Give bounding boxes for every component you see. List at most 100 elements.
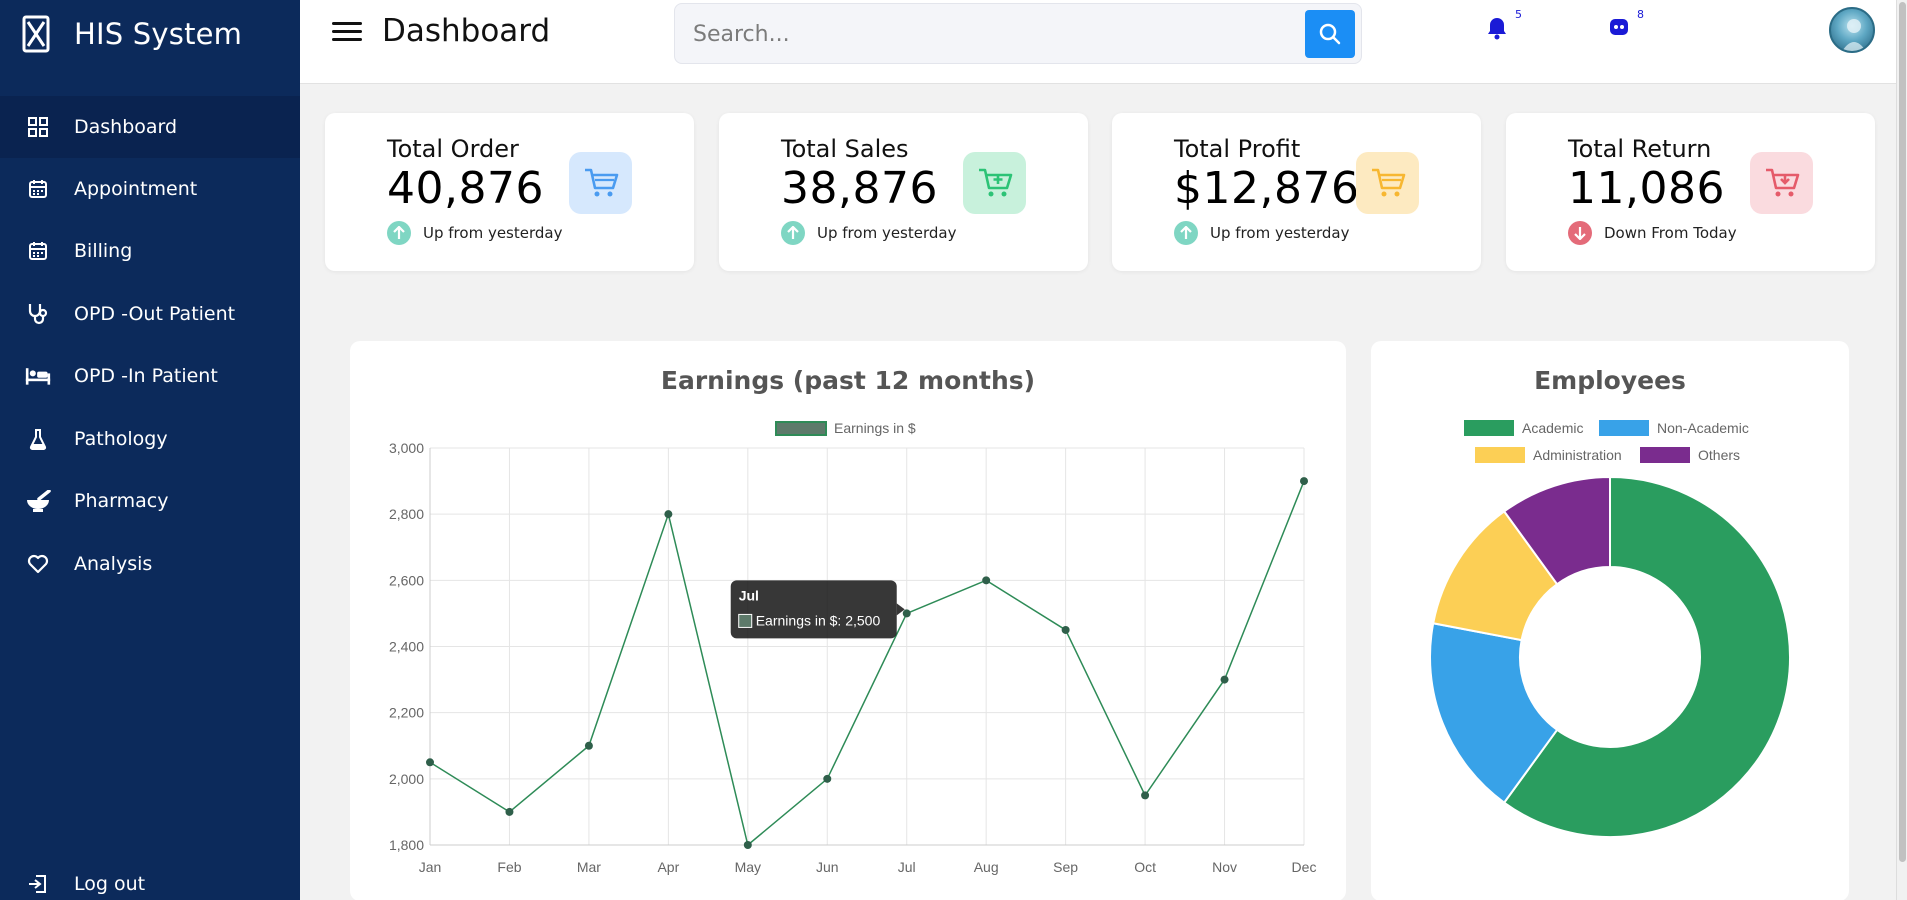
- sidebar-item-label: OPD -Out Patient: [74, 303, 236, 325]
- hospital-logo-icon: [22, 15, 50, 53]
- tooltip-title: Jul: [739, 587, 759, 603]
- data-point: [1220, 675, 1229, 684]
- card-trend: Down From Today: [1568, 221, 1737, 245]
- data-point: [743, 841, 752, 849]
- page-scrollbar[interactable]: [1896, 0, 1907, 900]
- sidebar-item-appointment[interactable]: Appointment: [0, 158, 300, 220]
- sidebar-item-analysis[interactable]: Analysis: [0, 533, 300, 595]
- y-tick-label: 1,800: [389, 837, 424, 853]
- card-label: Total Profit: [1174, 135, 1301, 163]
- heart-icon: [25, 551, 51, 577]
- x-tick-label: Jun: [816, 859, 839, 875]
- x-tick-label: Nov: [1212, 859, 1237, 875]
- x-tick-label: Oct: [1134, 859, 1156, 875]
- sidebar-item-dashboard[interactable]: Dashboard: [0, 96, 300, 158]
- arrow-down-icon: [1568, 221, 1592, 245]
- sidebar-item-opd-out-patient[interactable]: OPD -Out Patient: [0, 283, 300, 345]
- data-point: [823, 774, 832, 783]
- earnings-chart-panel: Earnings (past 12 months) Earnings in $3…: [350, 341, 1346, 900]
- sidebar-item-label: OPD -In Patient: [74, 365, 218, 387]
- notifications-button[interactable]: 5: [1486, 8, 1522, 42]
- arrow-up-icon: [387, 221, 411, 245]
- series-line: [429, 480, 1305, 847]
- y-tick-label: 2,000: [389, 771, 424, 787]
- brand[interactable]: HIS System: [22, 14, 242, 54]
- y-tick-label: 3,000: [389, 440, 424, 456]
- stat-card-total-sales: Total Sales 38,876 Up from yesterday: [719, 113, 1088, 271]
- x-tick-label: Jan: [419, 859, 442, 875]
- card-trend-text: Up from yesterday: [423, 224, 563, 242]
- y-tick-label: 2,800: [389, 506, 424, 522]
- sidebar-item-label: Appointment: [74, 178, 198, 200]
- search-button[interactable]: [1305, 10, 1355, 58]
- card-label: Total Return: [1568, 135, 1712, 163]
- arrow-up-icon: [781, 221, 805, 245]
- x-tick-label: Jul: [898, 859, 916, 875]
- sidebar-item-opd-in-patient[interactable]: OPD -In Patient: [0, 345, 300, 407]
- card-value: $12,876: [1174, 163, 1360, 214]
- employees-chart-panel: Employees Academic Non-Academic Administra…: [1371, 341, 1849, 900]
- app-title: HIS System: [74, 17, 243, 51]
- sidebar-item-pharmacy[interactable]: Pharmacy: [0, 470, 300, 532]
- sidebar-item-billing[interactable]: Billing: [0, 220, 300, 282]
- chart-tooltip: Jul Earnings in $: 2,500: [730, 580, 905, 639]
- card-value: 38,876: [781, 163, 938, 214]
- data-point: [1300, 477, 1308, 486]
- logout-label: Log out: [74, 873, 146, 895]
- grid-icon: [25, 114, 51, 140]
- data-point: [664, 510, 673, 519]
- legend-swatch: [775, 421, 827, 436]
- logout-icon: [25, 871, 51, 897]
- card-label: Total Order: [387, 135, 519, 163]
- page-title: Dashboard: [382, 13, 551, 49]
- sidebar-item-label: Billing: [74, 240, 133, 262]
- data-point: [505, 807, 514, 816]
- legend-label: Earnings in $: [834, 420, 916, 436]
- legend-label: Others: [1698, 447, 1740, 463]
- x-tick-label: Feb: [497, 859, 521, 875]
- x-tick-label: Dec: [1292, 859, 1317, 875]
- data-point: [1141, 791, 1150, 800]
- bell-icon: [1488, 18, 1506, 40]
- data-point: [426, 758, 434, 767]
- card-trend-text: Down From Today: [1604, 224, 1737, 242]
- card-trend: Up from yesterday: [1174, 221, 1349, 245]
- notifications-badge: 5: [1515, 8, 1522, 21]
- tooltip-text: Earnings in $: 2,500: [756, 612, 881, 628]
- logout-button[interactable]: Log out: [0, 853, 300, 900]
- top-header: Dashboard 5 8: [300, 0, 1900, 84]
- avatar[interactable]: [1829, 7, 1875, 53]
- card-trend: Up from yesterday: [781, 221, 956, 245]
- search-input[interactable]: [693, 18, 1273, 50]
- messages-button[interactable]: 8: [1608, 8, 1644, 42]
- chart-legend: Earnings in $: [775, 420, 916, 436]
- hamburger-menu-icon[interactable]: [330, 18, 364, 48]
- x-tick-label: May: [735, 859, 761, 875]
- cart-icon: [1356, 152, 1419, 214]
- legend-swatch: [1475, 447, 1525, 463]
- stat-card-total-profit: Total Profit $12,876 Up from yesterday: [1112, 113, 1481, 271]
- sidebar: HIS System Dashboard Appointment Billing…: [0, 0, 300, 900]
- legend-swatch: [1599, 420, 1649, 436]
- sidebar-item-label: Pathology: [74, 428, 168, 450]
- legend-swatch: [1464, 420, 1514, 436]
- calendar-icon: [25, 238, 51, 264]
- y-tick-label: 2,200: [389, 705, 424, 721]
- arrow-up-icon: [1174, 221, 1198, 245]
- x-tick-label: Sep: [1053, 859, 1078, 875]
- sidebar-item-label: Dashboard: [74, 116, 178, 138]
- legend-label: Non-Academic: [1657, 420, 1749, 436]
- y-tick-label: 2,400: [389, 639, 424, 655]
- x-tick-label: Aug: [974, 859, 999, 875]
- sidebar-item-pathology[interactable]: Pathology: [0, 408, 300, 470]
- card-label: Total Sales: [781, 135, 909, 163]
- mortar-pestle-icon: [25, 488, 51, 514]
- data-point: [584, 741, 593, 750]
- card-value: 11,086: [1568, 163, 1725, 214]
- x-tick-label: Apr: [657, 859, 679, 875]
- employees-doughnut-chart: Academic Non-Academic Administration Others: [1429, 420, 1791, 838]
- bed-icon: [25, 363, 51, 389]
- cart-return-icon: [1750, 152, 1813, 214]
- stat-card-total-order: Total Order 40,876 Up from yesterday: [325, 113, 694, 271]
- scrollbar-thumb[interactable]: [1899, 2, 1906, 862]
